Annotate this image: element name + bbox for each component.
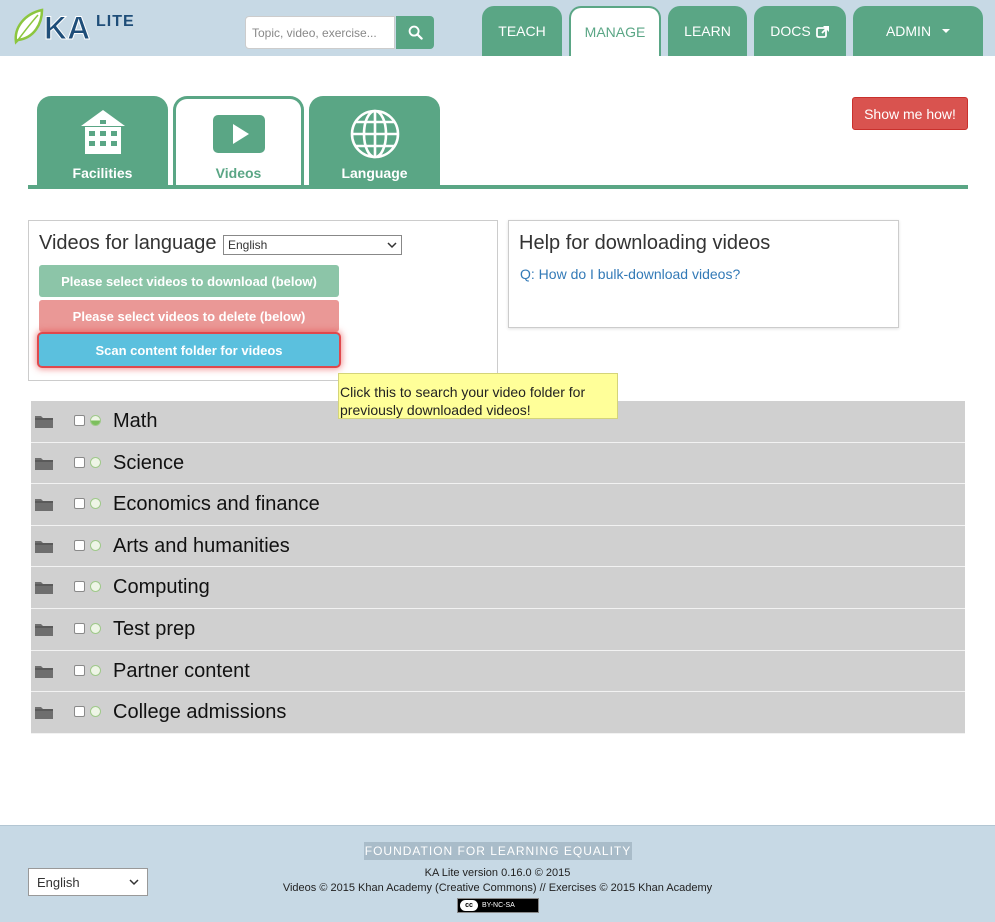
topic-checkbox[interactable] — [74, 706, 85, 718]
nav-docs-label: DOCS — [770, 23, 811, 39]
topic-checkbox[interactable] — [74, 498, 85, 510]
caret-down-icon — [942, 29, 951, 33]
tab-videos-label: Videos — [215, 165, 262, 181]
chevron-down-icon — [387, 241, 397, 248]
folder-icon — [35, 457, 53, 470]
topic-label: Test prep — [113, 617, 196, 640]
status-empty-icon — [90, 456, 101, 468]
nav-docs[interactable]: DOCS — [754, 6, 846, 56]
status-empty-icon — [90, 664, 101, 676]
folder-icon — [35, 416, 53, 428]
ka-lite-logo[interactable]: KA LITE — [12, 6, 154, 46]
status-empty-icon — [90, 539, 101, 551]
tab-divider — [28, 185, 968, 189]
topic-label: Arts and humanities — [113, 534, 290, 557]
folder-icon — [35, 707, 53, 720]
topic-label: Computing — [113, 576, 210, 599]
nav-admin-label: ADMIN — [885, 23, 932, 39]
external-link-icon — [815, 25, 829, 38]
topic-row-science[interactable]: Science — [31, 442, 965, 485]
copyright-text: Videos © 2015 Khan Academy (Creative Com… — [282, 882, 713, 894]
topic-checkbox[interactable] — [74, 415, 85, 426]
nav-teach-label: TEACH — [498, 23, 546, 39]
status-empty-icon — [90, 706, 101, 718]
topic-row-test-prep[interactable]: Test prep — [31, 608, 965, 651]
topic-row-economics[interactable]: Economics and finance — [31, 484, 965, 526]
footer: English FOUNDATION FOR LEARNING EQUALITY… — [0, 825, 995, 922]
nav-manage[interactable]: MANAGE — [569, 6, 661, 56]
topic-label: Economics and finance — [113, 493, 320, 516]
download-videos-button[interactable]: Please select videos to download (below) — [39, 265, 339, 297]
creative-commons-badge[interactable]: cc BY-NC-SA — [457, 898, 539, 913]
fle-logo[interactable]: FOUNDATION FOR LEARNING EQUALITY — [364, 842, 632, 860]
video-play-icon — [212, 115, 265, 153]
topic-row-computing[interactable]: Computing — [31, 567, 965, 609]
nav-manage-label: MANAGE — [584, 24, 646, 40]
cc-icon: cc — [460, 900, 478, 911]
building-icon — [80, 110, 125, 154]
topic-label: Science — [113, 451, 185, 474]
top-navbar: KA LITE TEACH MANAGE LEARN DOCS ADMIN — [0, 0, 995, 56]
topic-row-arts[interactable]: Arts and humanities — [31, 525, 965, 568]
globe-icon — [350, 109, 399, 159]
topic-checkbox[interactable] — [74, 539, 85, 551]
search-icon — [408, 25, 423, 40]
language-select-value: English — [228, 238, 268, 252]
topic-checkbox[interactable] — [74, 456, 85, 468]
status-partial-icon — [90, 415, 101, 426]
search-button[interactable] — [396, 16, 434, 49]
tab-facilities[interactable]: Facilities — [37, 96, 168, 187]
nav-teach[interactable]: TEACH — [482, 6, 562, 56]
nav-learn-label: LEARN — [684, 23, 731, 39]
bulk-download-help-link[interactable]: Q: How do I bulk-download videos? — [520, 266, 740, 282]
nav-learn[interactable]: LEARN — [668, 6, 747, 56]
topic-label: College admissions — [113, 701, 287, 724]
svg-text:LITE: LITE — [96, 13, 135, 30]
topic-label: Partner content — [113, 659, 250, 682]
help-panel: Help for downloading videos Q: How do I … — [508, 220, 899, 328]
svg-text:KA: KA — [44, 10, 90, 46]
version-text: KA Lite version 0.16.0 © 2015 — [424, 867, 571, 879]
videos-panel-title: Videos for language — [39, 232, 217, 254]
folder-icon — [35, 623, 53, 636]
topic-checkbox[interactable] — [74, 664, 85, 676]
topic-label: Math — [113, 410, 158, 432]
topic-row-partner-content[interactable]: Partner content — [31, 650, 965, 693]
videos-panel: Videos for language English Please selec… — [28, 220, 498, 381]
help-panel-title: Help for downloading videos — [519, 232, 771, 254]
folder-icon — [35, 499, 53, 512]
scan-content-folder-button[interactable]: Scan content folder for videos — [39, 334, 339, 366]
folder-icon — [35, 665, 53, 678]
folder-icon — [35, 582, 53, 595]
tab-language-label: Language — [341, 165, 408, 181]
scan-tooltip: Click this to search your video folder f… — [338, 373, 618, 419]
tab-facilities-label: Facilities — [72, 165, 133, 181]
folder-icon — [35, 540, 53, 553]
license-label: BY-NC-SA — [482, 902, 515, 909]
search-input[interactable] — [245, 16, 395, 49]
status-empty-icon — [90, 498, 101, 510]
tab-videos[interactable]: Videos — [173, 96, 304, 187]
language-select[interactable]: English — [223, 235, 402, 255]
topic-tree: Math Science Economics and finance Arts … — [31, 401, 965, 734]
status-empty-icon — [90, 581, 101, 593]
topic-row-college-admissions[interactable]: College admissions — [31, 692, 965, 734]
tab-language[interactable]: Language — [309, 96, 440, 187]
status-empty-icon — [90, 622, 101, 634]
topic-checkbox[interactable] — [74, 622, 85, 634]
show-me-how-button[interactable]: Show me how! — [852, 97, 968, 130]
topic-checkbox[interactable] — [74, 581, 85, 593]
delete-videos-button[interactable]: Please select videos to delete (below) — [39, 300, 339, 332]
nav-admin[interactable]: ADMIN — [853, 6, 983, 56]
